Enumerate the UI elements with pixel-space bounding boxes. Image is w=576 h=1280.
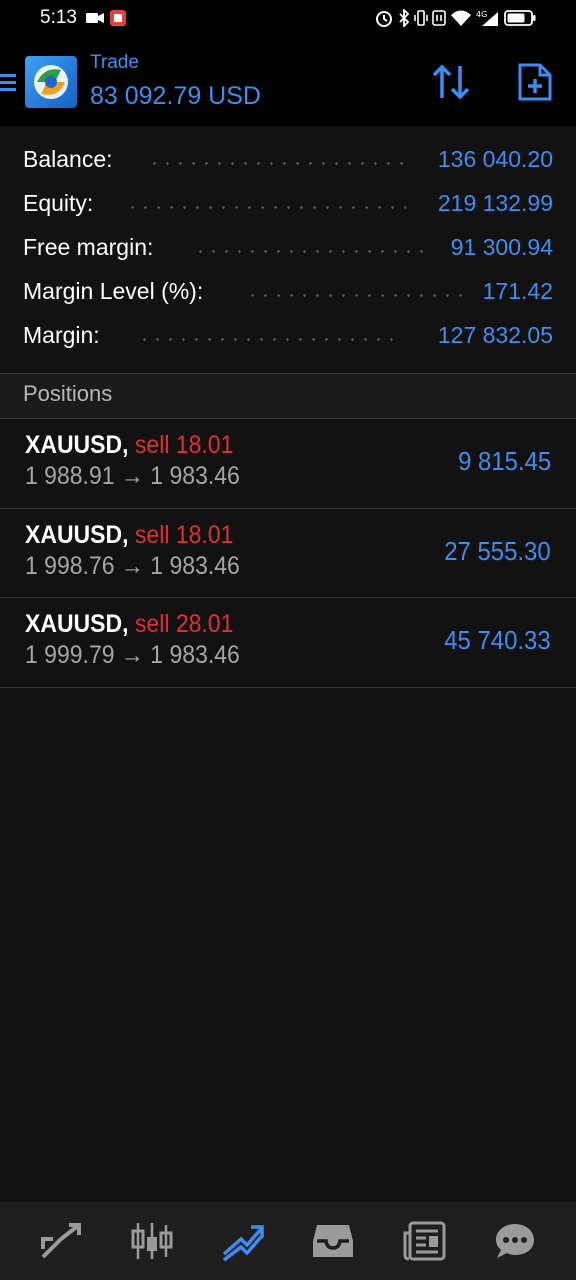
status-bar: 5:13 4G [0,0,576,36]
nfc-icon [432,10,446,26]
chat-icon [495,1224,534,1258]
dot-leader [246,294,462,297]
position-prices: 1 998.76 → 1 983.46 [25,551,240,580]
position-profit: 9 815.45 [457,446,551,476]
battery-icon [504,10,536,26]
position-side: sell 18.01 [134,431,234,459]
summary-label: Margin: [23,322,100,348]
summary-row-free-margin: Free margin: 91 300.94 [0,228,576,272]
position-prices: 1 988.91 → 1 983.46 [25,462,240,490]
nav-news[interactable] [394,1211,454,1271]
svg-text:4G: 4G [476,10,487,19]
summary-row-balance: Balance: 136 040.20 [0,140,576,184]
position-row[interactable]: XAUUSD, sell 28.01 1 999.79 → 1 983.46 4… [0,598,576,688]
alarm-icon [376,11,392,27]
summary-row-margin-level: Margin Level (%): 171.42 [0,272,576,316]
wifi-icon [451,10,471,26]
summary-value: 219 132.99 [437,190,553,216]
metatrader-logo-icon [25,56,77,108]
account-summary: Balance: 136 040.20 Equity: 219 132.99 F… [0,140,576,360]
signal-icon: 4G [476,10,498,26]
trade-icon [222,1225,264,1261]
nav-trade[interactable] [213,1211,273,1271]
nav-quotes[interactable] [31,1211,91,1271]
position-symbol: XAUUSD, [25,610,129,638]
position-symbol: XAUUSD, [25,520,129,549]
summary-value: 91 300.94 [450,234,553,260]
position-symbol: XAUUSD, [25,431,129,459]
position-profit: 27 555.30 [444,535,551,566]
summary-label: Equity: [23,190,94,216]
position-profit: 45 740.33 [444,625,551,655]
positions-list: XAUUSD, sell 18.01 1 988.91 → 1 983.46 9… [0,419,576,688]
position-row[interactable]: XAUUSD, sell 18.01 1 998.76 → 1 983.46 2… [0,509,576,598]
nav-chat[interactable] [485,1211,545,1271]
chart-icon [131,1223,173,1259]
dot-leader [138,338,403,341]
position-side: sell 18.01 [134,520,234,549]
quotes-icon [41,1223,82,1259]
inbox-icon [313,1225,354,1257]
sort-button[interactable] [430,62,472,102]
dot-leader [194,250,424,253]
positions-section-header: Positions [0,374,576,418]
new-order-button[interactable] [517,62,553,102]
header-title: Trade [90,52,139,73]
positions-title: Positions [23,381,113,406]
vibrate-icon [414,10,428,26]
status-time: 5:13 [40,7,77,28]
position-side: sell 28.01 [134,610,234,638]
app-notification-icon [110,10,126,26]
nav-history[interactable] [303,1211,363,1271]
video-camera-icon [86,13,104,23]
app-header: Trade 83 092.79 USD [0,36,576,126]
summary-label: Margin Level (%): [23,278,204,304]
dot-leader [126,206,406,209]
header-balance: 83 092.79 USD [90,82,261,110]
nav-chart[interactable] [122,1211,182,1271]
summary-row-equity: Equity: 219 132.99 [0,184,576,228]
dot-leader [148,162,403,165]
summary-row-margin: Margin: 127 832.05 [0,316,576,360]
menu-icon[interactable] [0,71,17,93]
summary-label: Free margin: [23,234,154,260]
summary-value: 136 040.20 [437,146,553,172]
position-prices: 1 999.79 → 1 983.46 [25,641,240,669]
bluetooth-icon [399,9,410,27]
summary-label: Balance: [23,146,113,172]
bottom-navigation [0,1202,576,1280]
summary-value: 127 832.05 [437,322,553,348]
position-row[interactable]: XAUUSD, sell 18.01 1 988.91 → 1 983.46 9… [0,419,576,509]
summary-value: 171.42 [482,278,553,304]
news-icon [403,1221,446,1261]
